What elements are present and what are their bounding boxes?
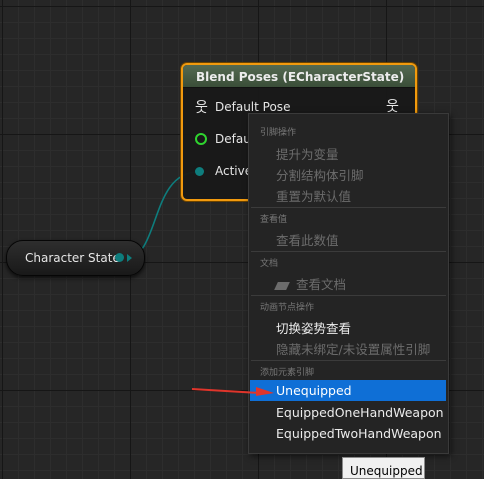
section-watch: 查看值	[260, 215, 288, 225]
menu-item-view-docs[interactable]: 查看文档	[274, 274, 347, 293]
menu-item-promote-to-variable[interactable]: 提升为变量	[276, 144, 339, 163]
character-state-label: Character State	[25, 251, 120, 265]
active-enum-label: Active	[215, 163, 253, 178]
menu-item-split-struct-pin[interactable]: 分割结构体引脚	[276, 165, 364, 184]
menu-separator	[251, 251, 446, 252]
option-tooltip: Unequipped	[342, 457, 425, 479]
red-annotation-arrow-icon	[191, 387, 274, 396]
pose-pin-icon: 웃	[195, 100, 208, 116]
output-arrow-icon	[127, 254, 132, 262]
menu-separator	[251, 295, 446, 296]
section-anim-node: 动画节点操作	[260, 303, 315, 313]
menu-item-reset-to-default[interactable]: 重置为默认值	[276, 186, 351, 205]
character-state-node[interactable]: Character State	[6, 240, 145, 276]
menu-separator	[251, 360, 446, 361]
default-blend-pin-row[interactable]: Defaul	[195, 131, 254, 151]
documentation-icon	[274, 281, 290, 290]
menu-item-equipped-two-hand[interactable]: EquippedTwoHandWeapon	[276, 426, 442, 441]
section-add-pin: 添加元素引脚	[260, 368, 315, 378]
menu-item-hide-unbound-pins[interactable]: 隐藏未绑定/未设置属性引脚	[276, 339, 430, 358]
menu-item-watch-value[interactable]: 查看此数值	[276, 230, 339, 249]
unequipped-label: Unequipped	[276, 383, 352, 398]
blend-poses-title: Blend Poses (ECharacterState)	[183, 65, 415, 88]
section-docs: 文档	[260, 259, 279, 269]
menu-item-toggle-pose-watch[interactable]: 切换姿势查看	[276, 318, 351, 337]
enum-pin-icon	[195, 166, 204, 176]
view-docs-label: 查看文档	[296, 277, 347, 292]
active-enum-pin-row[interactable]: Active	[195, 163, 252, 183]
menu-separator	[251, 207, 446, 208]
float-pin-icon	[195, 133, 207, 145]
character-state-output-pin[interactable]	[115, 253, 124, 262]
menu-item-equipped-one-hand[interactable]: EquippedOneHandWeapon	[276, 405, 444, 420]
pin-context-menu: 引脚操作 提升为变量 分割结构体引脚 重置为默认值 查看值 查看此数值 文档 查…	[248, 113, 449, 454]
section-pin-actions: 引脚操作	[260, 128, 297, 138]
default-pose-label: Default Pose	[215, 100, 291, 114]
